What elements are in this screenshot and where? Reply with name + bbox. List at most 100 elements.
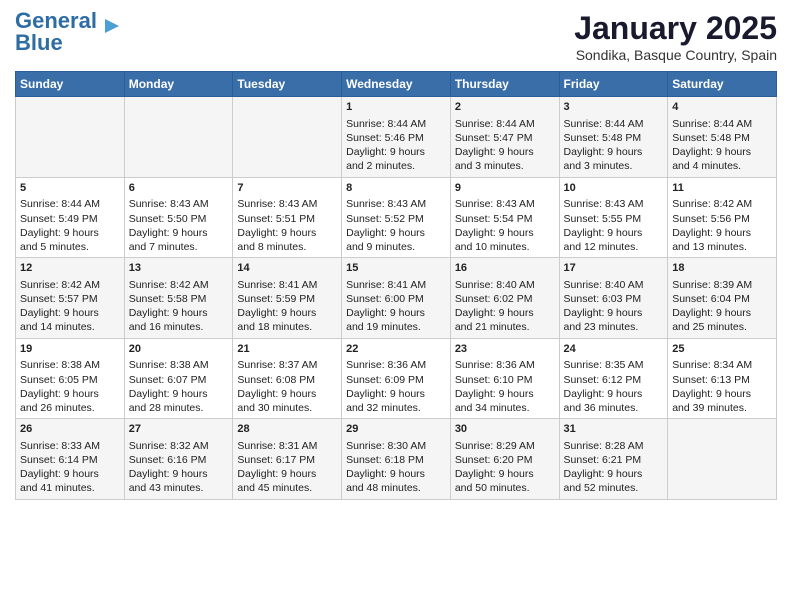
day-info-line: Sunrise: 8:31 AM <box>237 439 337 453</box>
weekday-header-saturday: Saturday <box>668 72 777 97</box>
logo-blue: Blue <box>15 30 63 55</box>
weekday-header-monday: Monday <box>124 72 233 97</box>
day-info-line: and 39 minutes. <box>672 401 772 415</box>
day-info-line: Sunrise: 8:38 AM <box>20 358 120 372</box>
day-info-line: Daylight: 9 hours <box>20 387 120 401</box>
day-info-line: and 5 minutes. <box>20 240 120 254</box>
day-info-line: Daylight: 9 hours <box>672 387 772 401</box>
day-number: 15 <box>346 261 446 276</box>
day-info-line: Sunrise: 8:41 AM <box>346 278 446 292</box>
day-number: 11 <box>672 181 772 196</box>
day-info-line: Sunrise: 8:44 AM <box>672 117 772 131</box>
day-info-line: and 19 minutes. <box>346 320 446 334</box>
calendar-cell: 13Sunrise: 8:42 AMSunset: 5:58 PMDayligh… <box>124 258 233 339</box>
logo-arrow-icon <box>101 15 123 37</box>
day-info-line: Daylight: 9 hours <box>20 306 120 320</box>
day-info-line: Sunset: 6:10 PM <box>455 373 555 387</box>
day-number: 17 <box>564 261 664 276</box>
day-info-line: and 16 minutes. <box>129 320 229 334</box>
calendar-cell: 12Sunrise: 8:42 AMSunset: 5:57 PMDayligh… <box>16 258 125 339</box>
calendar-table: SundayMondayTuesdayWednesdayThursdayFrid… <box>15 71 777 500</box>
day-info-line: Sunset: 6:20 PM <box>455 453 555 467</box>
day-info-line: and 26 minutes. <box>20 401 120 415</box>
month-title: January 2025 <box>574 10 777 47</box>
day-info-line: and 25 minutes. <box>672 320 772 334</box>
day-info-line: Sunset: 6:00 PM <box>346 292 446 306</box>
day-number: 6 <box>129 181 229 196</box>
day-info-line: Daylight: 9 hours <box>672 145 772 159</box>
day-number: 8 <box>346 181 446 196</box>
day-info-line: Daylight: 9 hours <box>346 145 446 159</box>
day-info-line: Sunrise: 8:40 AM <box>455 278 555 292</box>
day-number: 24 <box>564 342 664 357</box>
day-info-line: Sunset: 6:13 PM <box>672 373 772 387</box>
calendar-cell: 21Sunrise: 8:37 AMSunset: 6:08 PMDayligh… <box>233 338 342 419</box>
day-info-line: and 36 minutes. <box>564 401 664 415</box>
day-info-line: Daylight: 9 hours <box>564 145 664 159</box>
calendar-week-row: 1Sunrise: 8:44 AMSunset: 5:46 PMDaylight… <box>16 97 777 178</box>
day-number: 14 <box>237 261 337 276</box>
day-number: 20 <box>129 342 229 357</box>
day-info-line: and 10 minutes. <box>455 240 555 254</box>
day-info-line: Sunrise: 8:30 AM <box>346 439 446 453</box>
day-info-line: Sunrise: 8:37 AM <box>237 358 337 372</box>
day-number: 26 <box>20 422 120 437</box>
day-number: 31 <box>564 422 664 437</box>
day-info-line: Sunrise: 8:36 AM <box>455 358 555 372</box>
day-info-line: and 8 minutes. <box>237 240 337 254</box>
day-number: 16 <box>455 261 555 276</box>
day-info-line: Daylight: 9 hours <box>564 387 664 401</box>
day-number: 2 <box>455 100 555 115</box>
day-info-line: and 21 minutes. <box>455 320 555 334</box>
day-info-line: Sunset: 5:46 PM <box>346 131 446 145</box>
calendar-cell: 4 Sunrise: 8:44 AMSunset: 5:48 PMDaylight… <box>668 97 777 178</box>
day-info-line: Sunrise: 8:34 AM <box>672 358 772 372</box>
day-info-line: Sunrise: 8:41 AM <box>237 278 337 292</box>
day-info-line: Sunset: 6:14 PM <box>20 453 120 467</box>
day-info-line: Daylight: 9 hours <box>564 306 664 320</box>
logo: General Blue <box>15 10 123 54</box>
calendar-cell <box>16 97 125 178</box>
calendar-cell: 14 Sunrise: 8:41 AMSunset: 5:59 PMDayligh… <box>233 258 342 339</box>
day-info-line: and 48 minutes. <box>346 481 446 495</box>
day-info-line: Sunrise: 8:33 AM <box>20 439 120 453</box>
day-info-line: Daylight: 9 hours <box>237 306 337 320</box>
day-info-line: Daylight: 9 hours <box>564 226 664 240</box>
location: Sondika, Basque Country, Spain <box>574 47 777 63</box>
day-info-line: Sunrise: 8:43 AM <box>237 197 337 211</box>
day-info-line: Sunset: 5:58 PM <box>129 292 229 306</box>
calendar-cell: 25Sunrise: 8:34 AMSunset: 6:13 PMDayligh… <box>668 338 777 419</box>
day-info-line: Daylight: 9 hours <box>129 306 229 320</box>
calendar-cell: 1Sunrise: 8:44 AMSunset: 5:46 PMDaylight… <box>342 97 451 178</box>
day-info-line: Sunrise: 8:38 AM <box>129 358 229 372</box>
day-info-line: Sunset: 5:59 PM <box>237 292 337 306</box>
day-info-line: Daylight: 9 hours <box>129 387 229 401</box>
calendar-cell: 7Sunrise: 8:43 AMSunset: 5:51 PMDaylight… <box>233 177 342 258</box>
day-number: 10 <box>564 181 664 196</box>
day-info-line: Sunset: 5:52 PM <box>346 212 446 226</box>
calendar-cell: 29 Sunrise: 8:30 AMSunset: 6:18 PMDayligh… <box>342 419 451 500</box>
day-info-line: Sunrise: 8:42 AM <box>672 197 772 211</box>
day-number: 4 <box>672 100 772 115</box>
day-info-line: and 45 minutes. <box>237 481 337 495</box>
day-info-line: Daylight: 9 hours <box>346 467 446 481</box>
day-info-line: Sunrise: 8:44 AM <box>564 117 664 131</box>
day-info-line: Sunset: 6:04 PM <box>672 292 772 306</box>
day-number: 29 <box>346 422 446 437</box>
calendar-cell: 8Sunrise: 8:43 AMSunset: 5:52 PMDaylight… <box>342 177 451 258</box>
calendar-week-row: 5Sunrise: 8:44 AMSunset: 5:49 PMDaylight… <box>16 177 777 258</box>
calendar-cell: 19Sunrise: 8:38 AMSunset: 6:05 PMDayligh… <box>16 338 125 419</box>
day-number: 13 <box>129 261 229 276</box>
day-info-line: Sunrise: 8:39 AM <box>672 278 772 292</box>
day-number: 7 <box>237 181 337 196</box>
calendar-cell: 30Sunrise: 8:29 AMSunset: 6:20 PMDayligh… <box>450 419 559 500</box>
logo-text: General Blue <box>15 10 97 54</box>
day-number: 23 <box>455 342 555 357</box>
day-info-line: and 2 minutes. <box>346 159 446 173</box>
day-info-line: and 50 minutes. <box>455 481 555 495</box>
weekday-header-wednesday: Wednesday <box>342 72 451 97</box>
calendar-cell: 27Sunrise: 8:32 AMSunset: 6:16 PMDayligh… <box>124 419 233 500</box>
day-info-line: Sunset: 5:48 PM <box>672 131 772 145</box>
day-number: 12 <box>20 261 120 276</box>
day-info-line: Sunset: 6:18 PM <box>346 453 446 467</box>
